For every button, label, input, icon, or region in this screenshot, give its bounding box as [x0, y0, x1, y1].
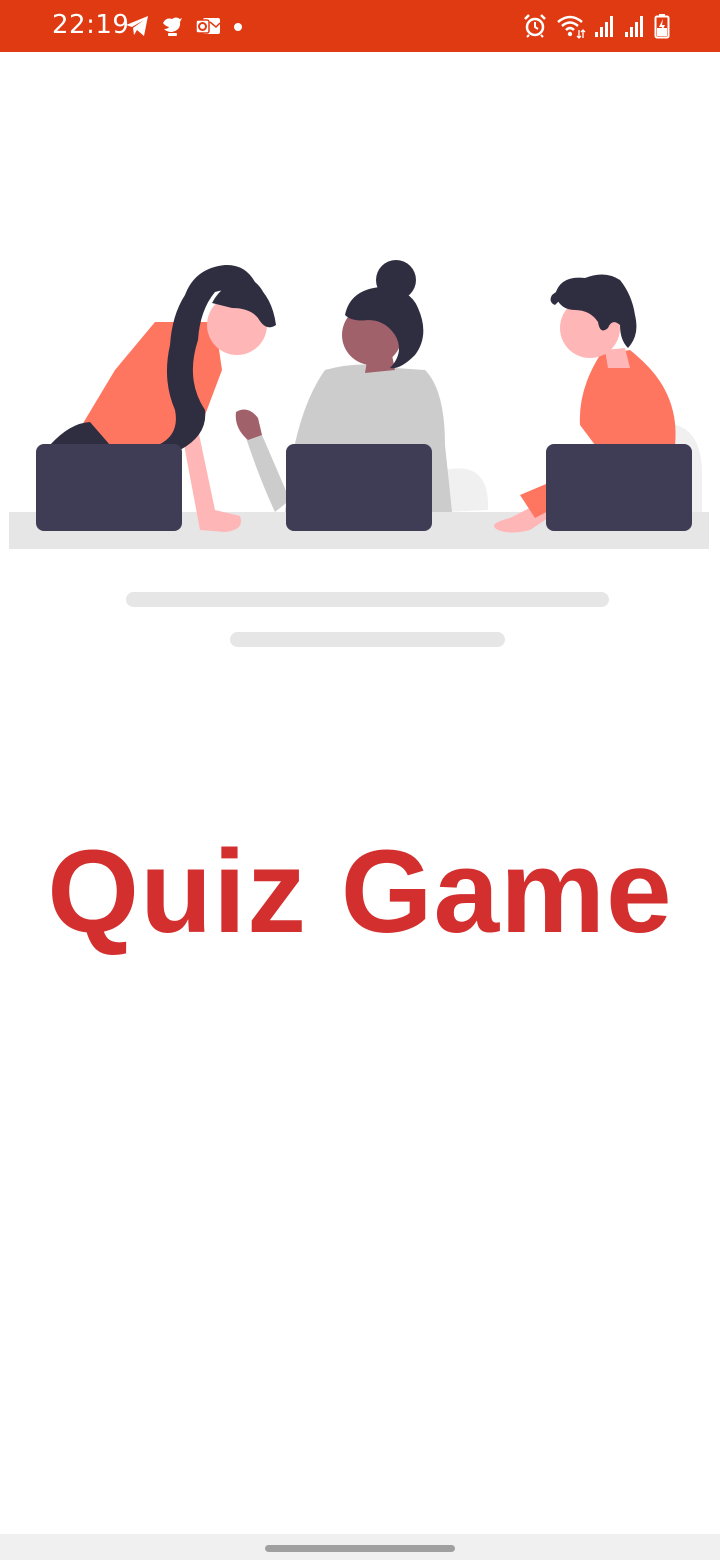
status-bar: 22:19: [0, 0, 720, 52]
outlook-icon: [194, 14, 222, 38]
laptop: [36, 444, 182, 531]
bird-app-icon: [160, 14, 184, 38]
signal-icon-2: [624, 14, 646, 38]
placeholder-line: [230, 632, 505, 647]
home-indicator[interactable]: [265, 1545, 455, 1552]
alarm-icon: [522, 13, 548, 39]
status-time: 22:19: [52, 10, 130, 40]
laptop: [286, 444, 432, 531]
chair-shape: [445, 468, 489, 512]
status-system-icons: [522, 12, 670, 40]
notification-dot-icon: [232, 14, 244, 38]
app-title: Quiz Game: [47, 826, 673, 958]
splash-screen: 22:19 Quiz Game: [0, 0, 720, 1560]
placeholder-line: [126, 592, 609, 607]
team-working-on-laptops-illustration: [9, 260, 709, 647]
laptop: [546, 444, 692, 531]
team-illustration: [0, 240, 720, 660]
battery-charging-icon: [654, 13, 670, 39]
status-notification-icons: [124, 12, 244, 40]
wifi-icon: [556, 13, 586, 39]
telegram-icon: [124, 14, 150, 38]
signal-icon-1: [594, 14, 616, 38]
navigation-bar: [0, 1534, 720, 1560]
